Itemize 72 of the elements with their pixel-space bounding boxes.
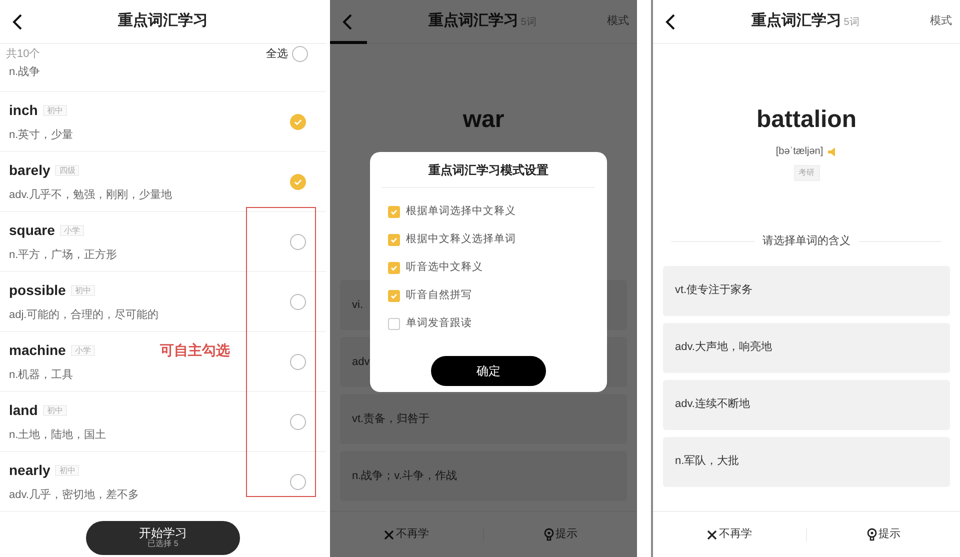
level-tag: 小学 — [70, 345, 95, 356]
tab-indicator — [330, 41, 367, 44]
skip-button[interactable]: 不再学 — [653, 525, 806, 544]
word-text: nearly — [9, 462, 50, 478]
select-all-checkbox[interactable] — [292, 46, 308, 62]
word-text: possible — [9, 282, 66, 298]
answer-option[interactable]: adv.大声地，响亮地 — [663, 322, 950, 372]
level-tag: 四级 — [55, 165, 80, 176]
word-count: 共10个 — [6, 46, 40, 62]
word-count: 5词 — [844, 17, 860, 28]
mode-checkbox[interactable] — [388, 234, 400, 246]
confirm-button[interactable]: 确定 — [431, 356, 546, 386]
phonetic-text: [bəˈtæljən] — [776, 145, 824, 159]
prompt-text: 请选择单词的含义 — [762, 234, 850, 249]
word-meaning: n.战争 — [9, 66, 40, 78]
close-icon — [707, 530, 717, 540]
dialog-title: 重点词汇学习模式设置 — [382, 152, 595, 188]
start-button[interactable]: 开始学习 已选择 5 — [86, 521, 240, 555]
word-text: barely — [9, 162, 50, 178]
word-checkbox[interactable] — [290, 234, 306, 250]
select-all-label: 全选 — [266, 46, 288, 62]
mode-label: 听音自然拼写 — [406, 288, 472, 304]
word-meaning: adv.几乎，密切地，差不多 — [9, 488, 140, 504]
word-meaning: adv.几乎不，勉强，刚刚，少量地 — [9, 188, 173, 204]
word-checkbox[interactable] — [290, 354, 306, 370]
mode-label: 单词发音跟读 — [406, 316, 472, 332]
annotation-text: 可自主勾选 — [160, 341, 230, 360]
speaker-icon[interactable] — [827, 146, 838, 156]
mode-checkbox[interactable] — [388, 318, 400, 330]
word-text: inch — [9, 102, 38, 118]
word-meaning: n.平方，广场，正方形 — [9, 248, 118, 264]
check-icon — [389, 207, 399, 217]
quiz-word: battalion — [756, 105, 858, 135]
word-text: machine — [9, 342, 66, 358]
level-tag: 初中 — [70, 285, 95, 296]
word-meaning: adj.可能的，合理的，尽可能的 — [9, 308, 160, 324]
mode-checkbox[interactable] — [388, 262, 400, 274]
mode-checkbox[interactable] — [388, 290, 400, 302]
word-meaning: n.土地，陆地，国土 — [9, 428, 108, 444]
screen-title: 重点词汇学习 — [752, 12, 842, 30]
level-tag: 考研 — [794, 165, 820, 181]
word-checkbox[interactable] — [290, 474, 306, 490]
mode-checkbox[interactable] — [388, 206, 400, 218]
level-tag: 初中 — [42, 405, 67, 416]
mode-label: 根据中文释义选择单词 — [406, 232, 516, 248]
word-meaning: n.英寸，少量 — [9, 128, 74, 144]
word-checkbox[interactable] — [290, 174, 306, 190]
answer-option[interactable]: vt.使专注于家务 — [663, 266, 950, 316]
word-checkbox[interactable] — [290, 114, 306, 130]
hint-button[interactable]: 提示 — [807, 525, 960, 544]
check-icon — [389, 263, 399, 273]
level-tag: 初中 — [42, 105, 67, 116]
mode-label: 听音选中文释义 — [406, 260, 483, 276]
word-checkbox[interactable] — [290, 294, 306, 310]
screen-title: 重点词汇学习 — [428, 12, 519, 30]
answer-option[interactable]: adv.连续不断地 — [663, 380, 950, 430]
lightbulb-icon — [544, 528, 554, 541]
level-tag: 小学 — [60, 225, 84, 236]
word-meaning: n.机器，工具 — [9, 368, 74, 384]
word-checkbox[interactable] — [290, 414, 306, 430]
check-icon — [389, 291, 399, 301]
level-tag: 初中 — [55, 465, 80, 476]
quiz-word: war — [462, 105, 506, 135]
lightbulb-icon — [866, 528, 876, 541]
screen-title: 重点词汇学习 — [117, 11, 209, 32]
check-icon — [389, 235, 399, 245]
word-text: square — [9, 222, 55, 238]
mode-link[interactable]: 模式 — [930, 13, 952, 30]
mode-label: 根据单词选择中文释义 — [406, 204, 516, 220]
answer-option[interactable]: n.军队，大批 — [663, 436, 950, 486]
close-icon — [384, 530, 394, 540]
word-text: land — [9, 402, 38, 418]
